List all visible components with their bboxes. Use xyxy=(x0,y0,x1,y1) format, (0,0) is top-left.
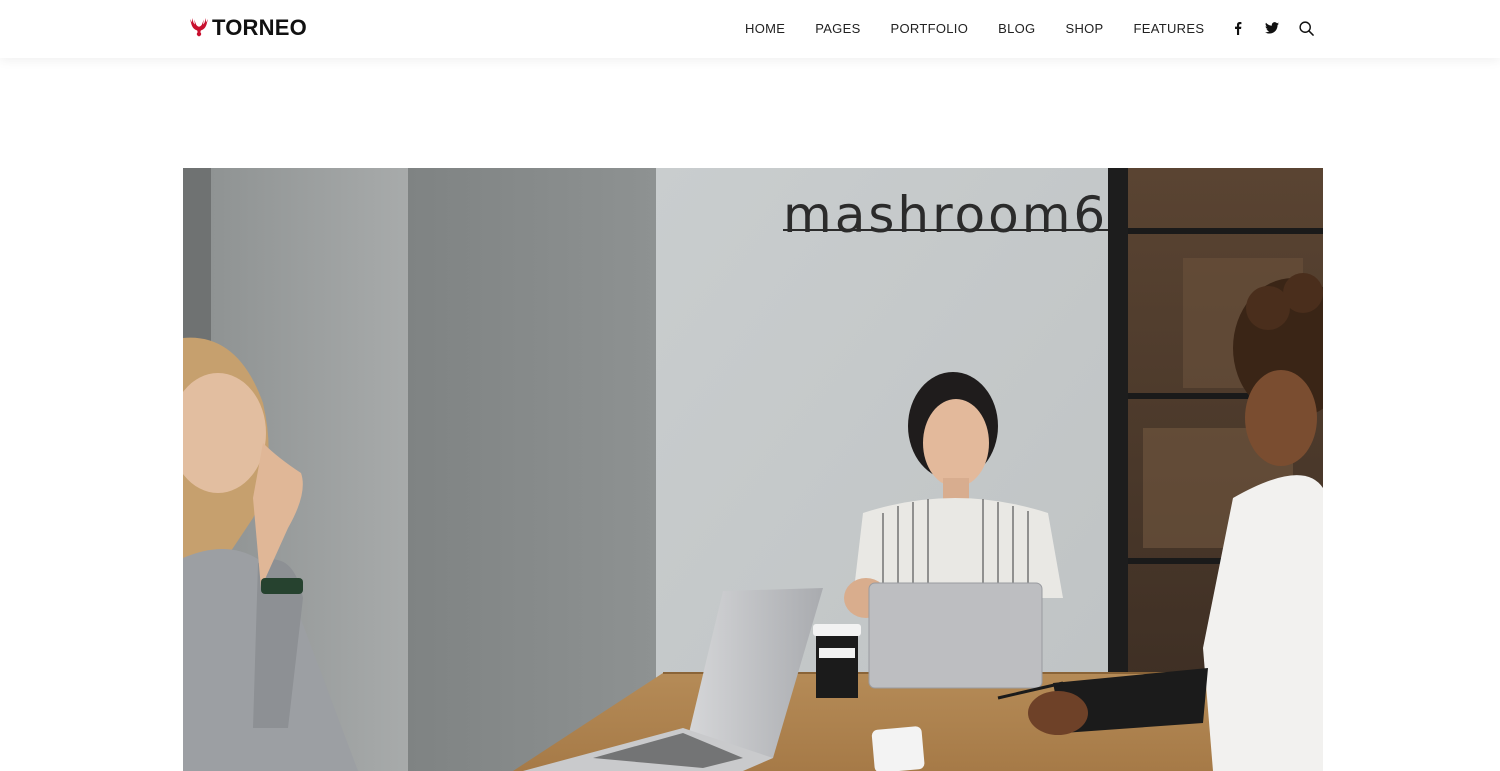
site-logo[interactable]: TORNEO xyxy=(189,14,307,42)
hero-image: mashroom6 xyxy=(183,168,1323,771)
site-header: TORNEO HOME PAGES PORTFOLIO BLOG SHOP FE… xyxy=(0,0,1500,58)
nav-item-pages[interactable]: PAGES xyxy=(815,21,860,36)
nav-item-features[interactable]: FEATURES xyxy=(1134,21,1205,36)
nav-item-blog[interactable]: BLOG xyxy=(998,21,1035,36)
wall-sign-text: mashroom6 xyxy=(783,186,1108,244)
facebook-icon[interactable] xyxy=(1228,18,1248,38)
nav-item-portfolio[interactable]: PORTFOLIO xyxy=(891,21,969,36)
twitter-icon[interactable] xyxy=(1262,18,1282,38)
nav-item-shop[interactable]: SHOP xyxy=(1065,21,1103,36)
main-nav: HOME PAGES PORTFOLIO BLOG SHOP FEATURES xyxy=(745,0,1204,56)
deer-antlers-logo-icon xyxy=(190,18,208,37)
logo-text: TORNEO xyxy=(212,15,307,40)
nav-item-home[interactable]: HOME xyxy=(745,21,785,36)
office-meeting-photo: mashroom6 xyxy=(183,168,1323,771)
search-icon[interactable] xyxy=(1296,18,1316,38)
header-tools xyxy=(1228,0,1316,56)
